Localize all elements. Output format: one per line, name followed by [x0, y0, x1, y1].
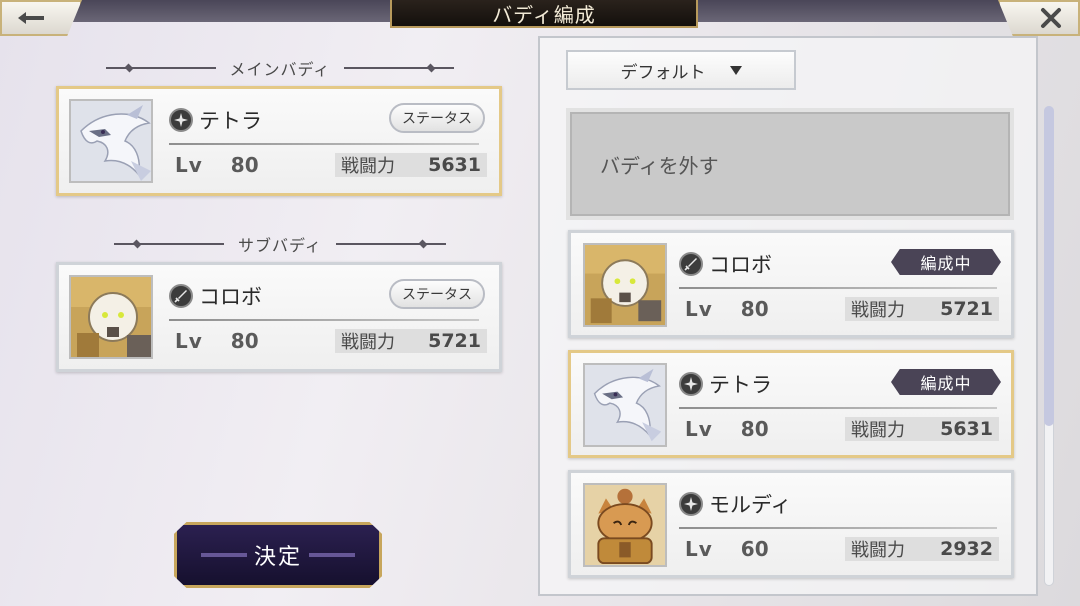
- power-value: 5721: [428, 330, 481, 352]
- main-buddy-header: メインバディ: [60, 58, 500, 79]
- main-buddy-power: 戦闘力 5631: [335, 153, 487, 177]
- list-item-name-row: モルディ: [679, 489, 792, 519]
- lv-value: 80: [230, 329, 259, 353]
- list-item-name: モルディ: [709, 493, 792, 517]
- sword-element-icon: [679, 252, 703, 276]
- main-buddy-name-row: テトラ: [169, 105, 262, 135]
- main-buddy-name: テトラ: [199, 109, 262, 133]
- divider: [679, 407, 997, 409]
- confirm-button[interactable]: 決定: [174, 522, 382, 588]
- ornament-left: [114, 239, 225, 249]
- lv-label: Lv: [685, 537, 713, 561]
- ornament-left: [105, 63, 216, 73]
- sort-dropdown-label: デフォルト: [620, 62, 706, 83]
- power-label: 戦闘力: [341, 332, 395, 353]
- sub-buddy-power: 戦闘力 5721: [335, 329, 487, 353]
- sub-buddy-card[interactable]: コロボ ステータス Lv 80 戦闘力 5721: [56, 262, 502, 372]
- page-title: バディ編成: [390, 0, 698, 28]
- main-buddy-level: Lv 80: [175, 153, 259, 177]
- list-scrollbar-thumb[interactable]: [1044, 106, 1054, 426]
- divider: [169, 319, 479, 321]
- main-buddy-card[interactable]: テトラ ステータス Lv 80 戦闘力 5631: [56, 86, 502, 196]
- remove-buddy-button[interactable]: バディを外す: [566, 108, 1014, 220]
- tetra-portrait: [69, 99, 153, 183]
- list-item-level: Lv 80: [685, 417, 769, 441]
- sub-buddy-status-button[interactable]: ステータス: [389, 279, 485, 309]
- power-value: 5631: [940, 418, 993, 440]
- list-item-power: 戦闘力 2932: [845, 537, 999, 561]
- lv-label: Lv: [175, 153, 203, 177]
- main-buddy-status-button[interactable]: ステータス: [389, 103, 485, 133]
- moldy-portrait: [583, 483, 667, 567]
- korobo-portrait: [69, 275, 153, 359]
- divider: [679, 287, 997, 289]
- lv-value: 60: [740, 537, 769, 561]
- buddy-list-item[interactable]: コロボ 編成中 Lv 80 戦闘力 5721: [568, 230, 1014, 338]
- list-item-level: Lv 80: [685, 297, 769, 321]
- in-party-badge: 編成中: [891, 249, 1001, 275]
- ornament-right: [344, 63, 455, 73]
- main-buddy-heading: メインバディ: [229, 60, 331, 79]
- sub-buddy-name-row: コロボ: [169, 281, 262, 311]
- sub-buddy-level: Lv 80: [175, 329, 259, 353]
- list-item-name: テトラ: [709, 373, 772, 397]
- sub-buddy-header: サブバディ: [60, 234, 500, 255]
- list-item-power: 戦闘力 5721: [845, 297, 999, 321]
- list-item-name: コロボ: [709, 253, 772, 277]
- korobo-portrait: [583, 243, 667, 327]
- lv-value: 80: [740, 417, 769, 441]
- sort-dropdown[interactable]: デフォルト: [566, 50, 796, 90]
- power-value: 2932: [940, 538, 993, 560]
- power-label: 戦闘力: [851, 420, 905, 441]
- divider: [169, 143, 479, 145]
- tetra-portrait: [583, 363, 667, 447]
- list-item-level: Lv 60: [685, 537, 769, 561]
- star-element-icon: [679, 372, 703, 396]
- power-label: 戦闘力: [851, 300, 905, 321]
- power-value: 5721: [940, 298, 993, 320]
- list-item-power: 戦闘力 5631: [845, 417, 999, 441]
- sword-element-icon: [169, 284, 193, 308]
- sub-buddy-name: コロボ: [199, 285, 262, 309]
- buddy-list-item[interactable]: テトラ 編成中 Lv 80 戦闘力 5631: [568, 350, 1014, 458]
- lv-value: 80: [740, 297, 769, 321]
- lv-label: Lv: [685, 417, 713, 441]
- power-label: 戦闘力: [851, 540, 905, 561]
- chevron-down-icon: [729, 65, 742, 75]
- back-button[interactable]: [0, 0, 82, 36]
- divider: [679, 527, 997, 529]
- list-item-name-row: テトラ: [679, 369, 772, 399]
- star-element-icon: [679, 492, 703, 516]
- list-item-name-row: コロボ: [679, 249, 772, 279]
- sub-buddy-heading: サブバディ: [238, 236, 322, 255]
- in-party-badge: 編成中: [891, 369, 1001, 395]
- close-button[interactable]: [998, 0, 1080, 36]
- ornament-right: [335, 239, 446, 249]
- lv-value: 80: [230, 153, 259, 177]
- power-value: 5631: [428, 154, 481, 176]
- lv-label: Lv: [685, 297, 713, 321]
- buddy-list-item[interactable]: モルディ Lv 60 戦闘力 2932: [568, 470, 1014, 578]
- lv-label: Lv: [175, 329, 203, 353]
- back-arrow-icon: [16, 10, 46, 26]
- close-icon: [1040, 7, 1062, 29]
- power-label: 戦闘力: [341, 156, 395, 177]
- star-element-icon: [169, 108, 193, 132]
